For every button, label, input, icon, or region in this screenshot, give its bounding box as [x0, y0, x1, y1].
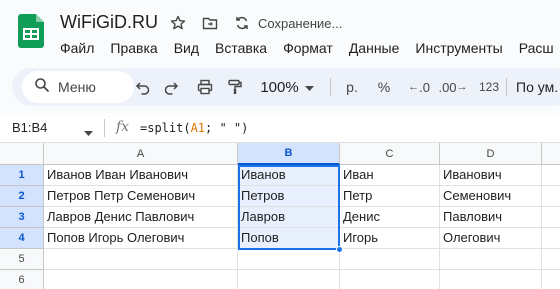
formula-reference: A1: [190, 121, 206, 135]
cell-a3[interactable]: Лавров Денис Павлович: [44, 207, 238, 228]
decrease-decimal-label: .0: [419, 79, 430, 95]
sync-icon: [232, 13, 252, 33]
formula-divider: [104, 119, 105, 137]
cell-e3[interactable]: [542, 207, 560, 228]
cell-e2[interactable]: [542, 186, 560, 207]
cell-d4[interactable]: Олегович: [440, 228, 542, 249]
cell-a4[interactable]: Попов Игорь Олегович: [44, 228, 238, 249]
move-to-folder-icon[interactable]: [200, 13, 220, 33]
row-header-6[interactable]: 6: [0, 270, 44, 289]
paint-format-icon[interactable]: [224, 76, 246, 98]
column-header-a[interactable]: A: [44, 143, 238, 165]
cell-e1[interactable]: [542, 165, 560, 186]
cell-d3[interactable]: Павлович: [440, 207, 542, 228]
percent-format-button[interactable]: %: [374, 76, 394, 98]
row-header-1[interactable]: 1: [0, 165, 44, 186]
menu-edit[interactable]: Правка: [102, 38, 165, 58]
arrow-right-icon: →: [456, 81, 468, 93]
zoom-value: 100%: [260, 78, 299, 96]
menu-file[interactable]: Файл: [52, 38, 102, 58]
cell-c2[interactable]: Петр: [340, 186, 440, 207]
menu-insert[interactable]: Вставка: [207, 38, 275, 58]
menu-data[interactable]: Данные: [341, 38, 408, 58]
cell-c6[interactable]: [340, 270, 440, 289]
more-formats-button[interactable]: 123: [474, 76, 504, 98]
cell-a1[interactable]: Иванов Иван Иванович: [44, 165, 238, 186]
document-title[interactable]: WiFiGiD.RU: [60, 12, 158, 33]
cell-b4[interactable]: Попов: [238, 228, 340, 249]
print-icon[interactable]: [194, 76, 216, 98]
row-header-5[interactable]: 5: [0, 249, 44, 270]
increase-decimal-label: .00: [438, 79, 457, 95]
font-select[interactable]: По ум.: [516, 76, 560, 98]
name-box[interactable]: B1:B4: [12, 120, 47, 135]
chevron-down-icon: [304, 79, 314, 95]
undo-icon[interactable]: [132, 76, 154, 98]
menu-extensions[interactable]: Расш: [511, 38, 560, 58]
toolbar: Меню 100% р. % ← .0 .00 → 123 По ум.: [12, 68, 560, 106]
cell-b2[interactable]: Петров: [238, 186, 340, 207]
star-icon[interactable]: [168, 13, 188, 33]
cell-c5[interactable]: [340, 249, 440, 270]
menu-tools[interactable]: Инструменты: [407, 38, 510, 58]
menu-view[interactable]: Вид: [166, 38, 207, 58]
cell-a5[interactable]: [44, 249, 238, 270]
cell-c3[interactable]: Денис: [340, 207, 440, 228]
row-header-3[interactable]: 3: [0, 207, 44, 228]
zoom-select[interactable]: 100%: [258, 76, 316, 98]
cell-a6[interactable]: [44, 270, 238, 289]
menu-format[interactable]: Формат: [275, 38, 341, 58]
cell-c4[interactable]: Игорь: [340, 228, 440, 249]
cell-b6[interactable]: [238, 270, 340, 289]
arrow-left-icon: ←: [408, 81, 420, 93]
column-header-e[interactable]: [542, 143, 560, 165]
search-icon: [34, 77, 50, 98]
sheets-logo-icon[interactable]: [18, 14, 44, 48]
cell-b1[interactable]: Иванов: [238, 165, 340, 186]
cell-d2[interactable]: Семенович: [440, 186, 542, 207]
cell-e6[interactable]: [542, 270, 560, 289]
formula-suffix: ; " "): [205, 121, 249, 135]
search-menus-label: Меню: [58, 79, 96, 95]
column-header-d[interactable]: D: [440, 143, 542, 165]
increase-decimal-button[interactable]: .00 →: [436, 76, 470, 98]
redo-icon[interactable]: [160, 76, 182, 98]
cell-b3[interactable]: Лавров: [238, 207, 340, 228]
fill-handle[interactable]: [336, 246, 343, 253]
cell-c1[interactable]: Иван: [340, 165, 440, 186]
cell-e5[interactable]: [542, 249, 560, 270]
fx-icon: fx: [116, 119, 130, 135]
toolbar-divider: [330, 78, 331, 96]
cell-a2[interactable]: Петров Петр Семенович: [44, 186, 238, 207]
column-header-b[interactable]: B: [238, 143, 340, 165]
cell-e4[interactable]: [542, 228, 560, 249]
cell-d1[interactable]: Иванович: [440, 165, 542, 186]
decrease-decimal-button[interactable]: ← .0: [404, 76, 434, 98]
column-header-c[interactable]: C: [340, 143, 440, 165]
row-header-2[interactable]: 2: [0, 186, 44, 207]
formula-input[interactable]: =split(A1; " "): [140, 121, 248, 135]
select-all-corner[interactable]: [0, 143, 44, 165]
chevron-down-icon[interactable]: [84, 124, 93, 142]
cell-b5[interactable]: [238, 249, 340, 270]
formula-bar: B1:B4 fx =split(A1; " "): [0, 113, 560, 143]
formula-prefix: =split(: [140, 121, 191, 135]
cell-d5[interactable]: [440, 249, 542, 270]
menu-bar: Файл Правка Вид Вставка Формат Данные Ин…: [52, 38, 560, 58]
currency-format-button[interactable]: р.: [342, 76, 362, 98]
cell-d6[interactable]: [440, 270, 542, 289]
row-header-4[interactable]: 4: [0, 228, 44, 249]
toolbar-divider: [506, 78, 507, 96]
spreadsheet-grid: A B C D 1 2 3 4 5 6 Иванов Иван Иванович…: [0, 143, 560, 289]
save-status: Сохранение...: [258, 16, 343, 31]
search-menus-button[interactable]: Меню: [22, 71, 134, 103]
